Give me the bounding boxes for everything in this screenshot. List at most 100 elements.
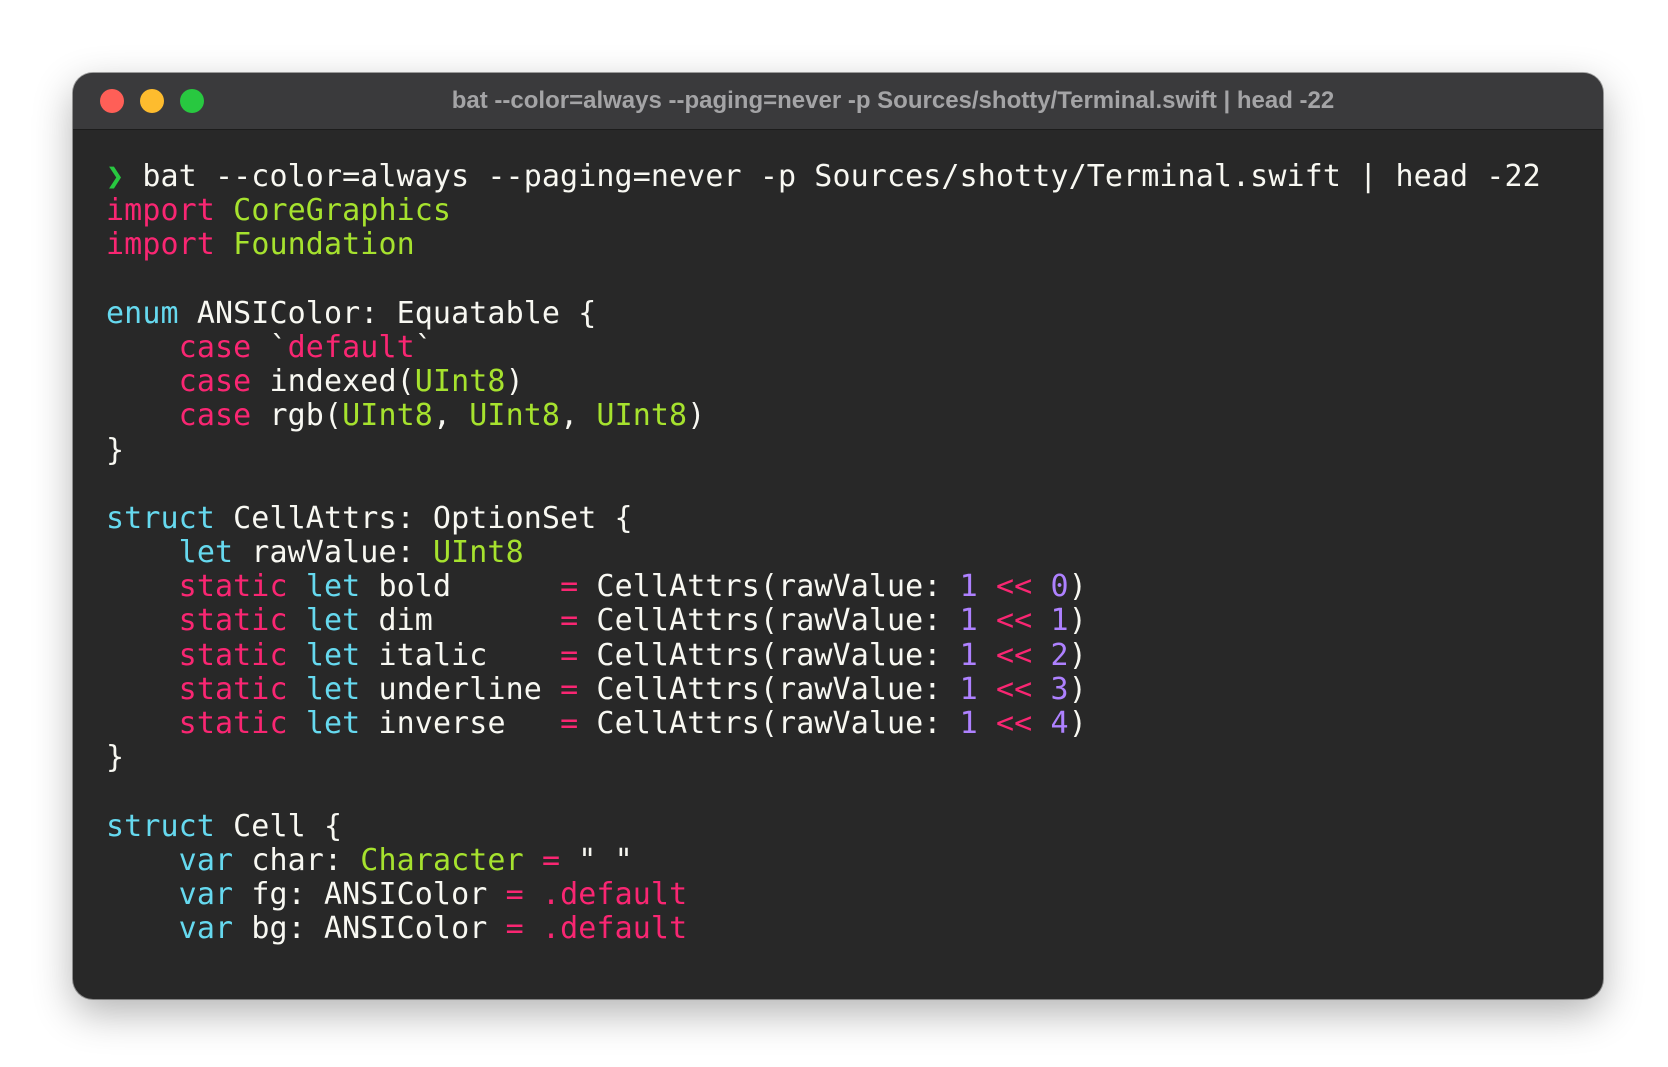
code-token: 1 (959, 637, 978, 673)
code-token: var (178, 876, 234, 912)
code-token: 1 (1050, 603, 1069, 639)
terminal-window: bat --color=always --paging=never -p Sou… (73, 73, 1603, 999)
code-token: ) (687, 398, 706, 434)
code-token: ) (1068, 671, 1087, 707)
code-line: enum ANSIColor: Equatable { (106, 295, 1541, 331)
code-token: static (178, 637, 288, 673)
code-token: enum (106, 295, 179, 331)
code-line: import Foundation (106, 228, 1541, 262)
code-token: UInt8 (469, 398, 561, 434)
code-token: Character (360, 842, 524, 878)
code-token: italic (360, 637, 561, 673)
code-token: = (560, 671, 579, 707)
code-token: , (560, 398, 597, 434)
code-token: rawValue: (233, 535, 433, 571)
code-line: static let dim = CellAttrs(rawValue: 1 <… (106, 604, 1541, 638)
code-token: CellAttrs(rawValue: (578, 603, 960, 639)
code-line: struct Cell { (106, 808, 1541, 844)
code-line: static let inverse = CellAttrs(rawValue:… (106, 706, 1541, 741)
code-token: = (541, 842, 561, 878)
code-token: dim (360, 603, 561, 639)
code-line: case indexed(UInt8) (106, 365, 1541, 399)
code-token: = (560, 603, 579, 639)
code-token: 2 (1050, 637, 1069, 673)
code-token: bg: ANSIColor (233, 911, 506, 947)
code-token: static (178, 569, 288, 605)
window-title: bat --color=always --paging=never -p Sou… (451, 87, 1335, 114)
code-token: 4 (1050, 706, 1069, 741)
code-token: 1 (959, 603, 978, 639)
code-token: CellAttrs: OptionSet { (214, 500, 633, 536)
code-token: var (178, 911, 234, 947)
code-token: var (178, 842, 234, 878)
code-line: let rawValue: UInt8 (106, 535, 1541, 571)
code-token: inverse (360, 706, 561, 741)
code-token: bat --color=always --paging=never -p Sou… (142, 159, 1541, 194)
code-token: CoreGraphics (233, 193, 452, 229)
code-token: Foundation (233, 227, 415, 263)
code-token: << (996, 706, 1033, 741)
code-token: let (305, 603, 361, 639)
code-token: let (305, 671, 361, 707)
title-bar[interactable]: bat --color=always --paging=never -p Sou… (73, 73, 1603, 130)
code-token: let (305, 569, 361, 605)
code-token: = (560, 569, 579, 605)
code-token: 0 (1050, 569, 1069, 605)
code-token: default (287, 329, 415, 365)
code-token: ) (1068, 569, 1087, 605)
code-token: UInt8 (342, 398, 433, 434)
code-token: .default (541, 876, 688, 912)
code-token: UInt8 (414, 364, 506, 400)
zoom-button[interactable] (180, 89, 204, 113)
code-token: case (178, 364, 252, 400)
code-token: indexed( (251, 364, 415, 400)
code-token: ANSIColor: Equatable { (178, 295, 597, 331)
code-token: ) (1068, 706, 1087, 741)
prompt-icon: ❯ (106, 159, 143, 194)
code-token: CellAttrs(rawValue: (578, 671, 960, 707)
terminal-output[interactable]: ❯ bat --color=always --paging=never -p S… (106, 159, 1541, 947)
code-line: var char: Character = " " (106, 842, 1541, 878)
code-token: << (996, 637, 1033, 673)
code-token: CellAttrs(rawValue: (578, 706, 960, 741)
code-line: var fg: ANSIColor = .default (106, 876, 1541, 912)
close-button[interactable] (100, 89, 124, 113)
code-token: bold (360, 569, 561, 605)
code-line: static let underline = CellAttrs(rawValu… (106, 671, 1541, 707)
code-token: ` (251, 329, 288, 365)
code-token: import (106, 227, 215, 263)
code-token: ) (505, 364, 524, 400)
code-token: = (505, 876, 524, 912)
code-line: struct CellAttrs: OptionSet { (106, 500, 1541, 536)
code-token: ) (1068, 637, 1087, 673)
code-token: struct (106, 808, 215, 844)
code-token: struct (106, 500, 215, 536)
code-token: = (560, 637, 579, 673)
minimize-button[interactable] (140, 89, 164, 113)
code-token: ` (414, 329, 433, 365)
code-token: let (305, 637, 361, 673)
code-token: static (178, 671, 288, 707)
code-token: CellAttrs(rawValue: (578, 569, 960, 605)
code-line: static let italic = CellAttrs(rawValue: … (106, 637, 1541, 673)
